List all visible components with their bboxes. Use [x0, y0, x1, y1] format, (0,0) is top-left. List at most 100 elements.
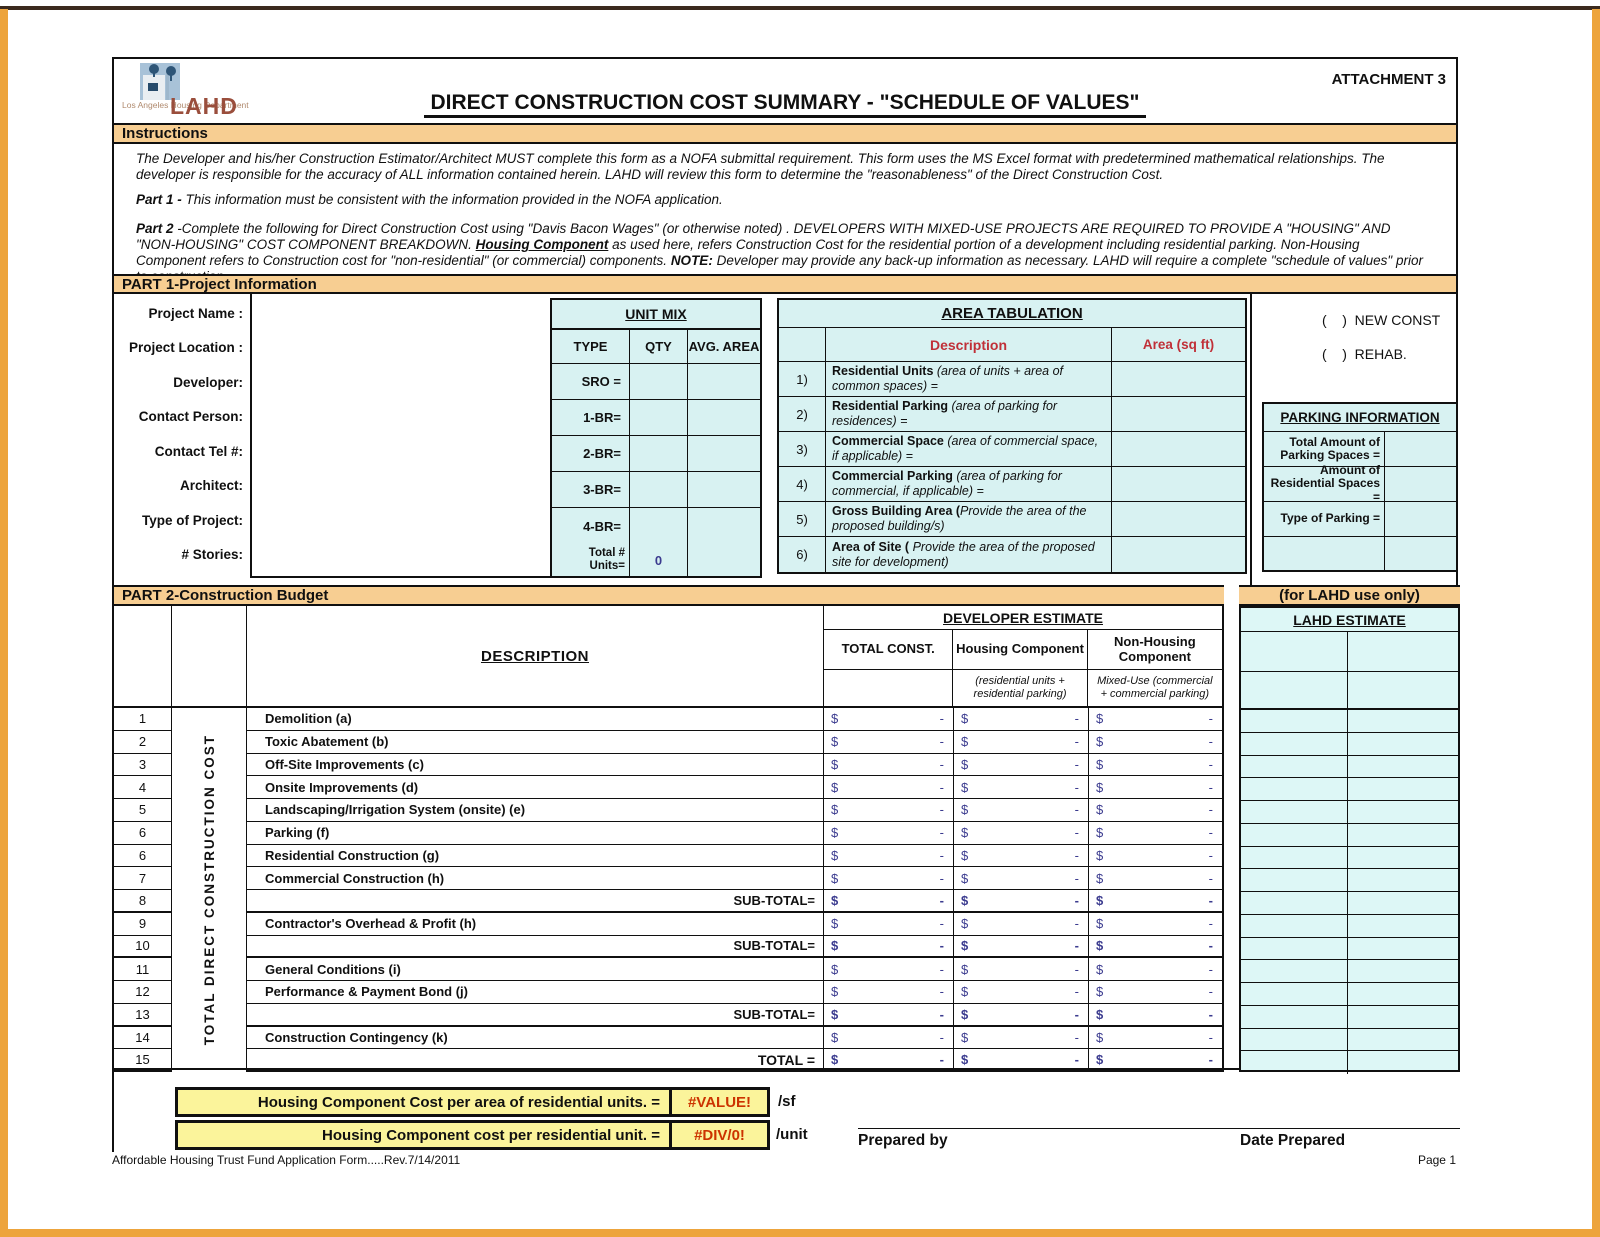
lahd-estimate-cell[interactable]	[1348, 824, 1458, 846]
lahd-estimate-cell[interactable]	[1241, 937, 1348, 960]
lahd-estimate-cell[interactable]	[1241, 778, 1348, 800]
lahd-estimate-cell[interactable]	[1241, 732, 1348, 755]
lahd-estimate-cell[interactable]	[1241, 846, 1348, 869]
non-housing-component-cell[interactable]: $ -	[1089, 958, 1224, 981]
lahd-estimate-cell[interactable]	[1348, 632, 1458, 671]
total-const-cell[interactable]: $ -	[824, 890, 954, 913]
unit-qty-cell[interactable]	[630, 472, 688, 507]
lahd-estimate-cell[interactable]	[1241, 1005, 1348, 1028]
non-housing-component-cell[interactable]: $ -	[1089, 1026, 1224, 1050]
lahd-estimate-cell[interactable]	[1348, 1029, 1458, 1051]
housing-component-cell[interactable]: $ -	[954, 1049, 1089, 1072]
housing-component-cell[interactable]: $ -	[954, 844, 1089, 868]
total-const-cell[interactable]: $ -	[824, 708, 954, 731]
lahd-estimate-cell[interactable]	[1241, 672, 1348, 708]
non-housing-component-cell[interactable]: $ -	[1089, 776, 1224, 799]
lahd-estimate-cell[interactable]	[1348, 710, 1458, 732]
total-const-cell[interactable]: $ -	[824, 776, 954, 799]
non-housing-component-cell[interactable]: $ -	[1089, 753, 1224, 777]
housing-cost-per-unit-value[interactable]: #DIV/0!	[669, 1120, 770, 1150]
housing-component-cell[interactable]: $ -	[954, 958, 1089, 981]
lahd-estimate-cell[interactable]	[1241, 892, 1348, 914]
total-const-cell[interactable]: $ -	[824, 753, 954, 777]
non-housing-component-cell[interactable]: $ -	[1089, 981, 1224, 1004]
unit-qty-cell[interactable]	[630, 400, 688, 435]
lahd-estimate-cell[interactable]	[1348, 756, 1458, 778]
lahd-estimate-cell[interactable]	[1241, 983, 1348, 1005]
non-housing-component-cell[interactable]: $ -	[1089, 1049, 1224, 1072]
lahd-estimate-cell[interactable]	[1348, 892, 1458, 914]
housing-component-cell[interactable]: $ -	[954, 981, 1089, 1004]
total-const-cell[interactable]: $ -	[824, 844, 954, 868]
area-value-cell[interactable]	[1112, 537, 1245, 572]
lahd-estimate-cell[interactable]	[1241, 755, 1348, 778]
unit-qty-cell[interactable]	[630, 436, 688, 471]
lahd-estimate-cell[interactable]	[1348, 960, 1458, 982]
lahd-estimate-cell[interactable]	[1348, 847, 1458, 869]
unit-avg-area-cell[interactable]	[688, 364, 760, 399]
total-const-cell[interactable]: $ -	[824, 1049, 954, 1072]
area-value-cell[interactable]	[1112, 397, 1245, 431]
area-value-cell[interactable]	[1112, 467, 1245, 501]
project-info-input-area[interactable]	[250, 294, 550, 578]
housing-component-cell[interactable]: $ -	[954, 730, 1089, 754]
housing-component-cell[interactable]: $ -	[954, 935, 1089, 959]
housing-component-cell[interactable]: $ -	[954, 708, 1089, 731]
non-housing-component-cell[interactable]: $ -	[1089, 890, 1224, 913]
housing-component-cell[interactable]: $ -	[954, 753, 1089, 777]
housing-cost-per-sf-value[interactable]: #VALUE!	[669, 1087, 770, 1117]
unit-mix-total-area-cell[interactable]	[688, 544, 760, 576]
housing-component-cell[interactable]: $ -	[954, 1003, 1089, 1027]
non-housing-component-cell[interactable]: $ -	[1089, 799, 1224, 822]
lahd-estimate-cell[interactable]	[1241, 914, 1348, 937]
unit-avg-area-cell[interactable]	[688, 436, 760, 471]
lahd-estimate-cell[interactable]	[1241, 632, 1348, 671]
non-housing-component-cell[interactable]: $ -	[1089, 844, 1224, 868]
total-const-cell[interactable]: $ -	[824, 1026, 954, 1050]
total-const-cell[interactable]: $ -	[824, 1003, 954, 1027]
housing-component-cell[interactable]: $ -	[954, 912, 1089, 936]
non-housing-component-cell[interactable]: $ -	[1089, 708, 1224, 731]
unit-qty-cell[interactable]	[630, 364, 688, 399]
area-value-cell[interactable]	[1112, 362, 1245, 396]
parking-value-cell[interactable]	[1385, 467, 1456, 501]
housing-component-cell[interactable]: $ -	[954, 1026, 1089, 1050]
lahd-estimate-cell[interactable]	[1348, 1006, 1458, 1028]
total-const-cell[interactable]: $ -	[824, 730, 954, 754]
lahd-estimate-cell[interactable]	[1241, 1051, 1348, 1074]
parking-value-cell[interactable]	[1385, 502, 1456, 536]
area-value-cell[interactable]	[1112, 432, 1245, 466]
new-const-checkbox[interactable]: ( ) NEW CONST	[1322, 312, 1440, 328]
non-housing-component-cell[interactable]: $ -	[1089, 821, 1224, 845]
lahd-estimate-cell[interactable]	[1348, 1051, 1458, 1074]
total-const-cell[interactable]: $ -	[824, 799, 954, 822]
unit-avg-area-cell[interactable]	[688, 400, 760, 435]
lahd-estimate-cell[interactable]	[1241, 710, 1348, 732]
parking-value-cell[interactable]	[1385, 537, 1456, 570]
lahd-estimate-cell[interactable]	[1348, 778, 1458, 800]
housing-component-cell[interactable]: $ -	[954, 799, 1089, 822]
total-const-cell[interactable]: $ -	[824, 821, 954, 845]
lahd-estimate-cell[interactable]	[1348, 983, 1458, 1005]
non-housing-component-cell[interactable]: $ -	[1089, 730, 1224, 754]
lahd-estimate-cell[interactable]	[1348, 801, 1458, 823]
unit-avg-area-cell[interactable]	[688, 508, 760, 544]
total-const-cell[interactable]: $ -	[824, 912, 954, 936]
lahd-estimate-cell[interactable]	[1348, 672, 1458, 708]
lahd-estimate-cell[interactable]	[1241, 823, 1348, 846]
lahd-estimate-cell[interactable]	[1348, 938, 1458, 960]
unit-avg-area-cell[interactable]	[688, 472, 760, 507]
total-const-cell[interactable]: $ -	[824, 935, 954, 959]
non-housing-component-cell[interactable]: $ -	[1089, 867, 1224, 890]
total-const-cell[interactable]: $ -	[824, 981, 954, 1004]
housing-component-cell[interactable]: $ -	[954, 890, 1089, 913]
lahd-estimate-cell[interactable]	[1241, 1028, 1348, 1051]
housing-component-cell[interactable]: $ -	[954, 821, 1089, 845]
total-const-cell[interactable]: $ -	[824, 867, 954, 890]
unit-qty-cell[interactable]	[630, 508, 688, 544]
lahd-estimate-cell[interactable]	[1241, 869, 1348, 891]
rehab-checkbox[interactable]: ( ) REHAB.	[1322, 346, 1407, 362]
area-value-cell[interactable]	[1112, 502, 1245, 536]
lahd-estimate-cell[interactable]	[1348, 915, 1458, 937]
lahd-estimate-cell[interactable]	[1241, 960, 1348, 982]
